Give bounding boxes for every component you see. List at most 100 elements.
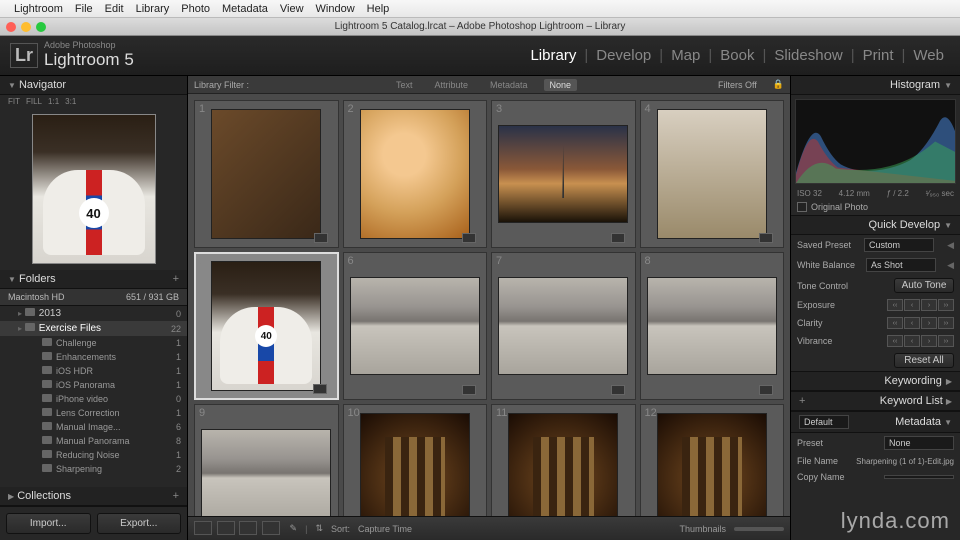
checkbox-icon[interactable] [797,202,807,212]
metadata-badge-icon[interactable] [462,233,476,243]
metadata-badge-icon[interactable] [611,233,625,243]
thumbnail-image[interactable] [360,413,470,516]
survey-view-icon[interactable] [262,521,280,535]
thumbnail-image[interactable] [657,109,767,239]
navigator-preview[interactable]: 40 [32,114,156,264]
saved-preset-select[interactable]: Custom [864,238,934,252]
keyword-list-header[interactable]: + Keyword List ▶ [791,391,960,411]
menu-metadata[interactable]: Metadata [222,3,268,15]
thumbnail-image[interactable] [498,125,628,223]
zoom-1to1[interactable]: 1:1 [48,97,59,106]
menu-library[interactable]: Library [136,3,170,15]
reset-all-button[interactable]: Reset All [894,353,954,368]
histogram-header[interactable]: Histogram ▼ [791,76,960,95]
metadata-badge-icon[interactable] [314,233,328,243]
chevron-icon[interactable]: ◀ [947,260,954,271]
keywording-header[interactable]: Keywording ▶ [791,371,960,391]
histogram-chart[interactable] [795,99,956,184]
metadata-header[interactable]: Default Metadata ▼ [791,411,960,433]
folder-row[interactable]: Lens Correction1 [0,406,187,420]
thumbnail-image[interactable] [211,109,321,239]
metadata-badge-icon[interactable] [313,384,327,394]
lock-icon[interactable]: 🔒 [773,79,784,90]
add-folder-icon[interactable]: + [173,273,179,285]
folder-row[interactable]: Enhancements1 [0,350,187,364]
compare-view-icon[interactable] [239,521,257,535]
grid-cell[interactable]: 12 [640,404,785,516]
menu-lightroom[interactable]: Lightroom [14,3,63,15]
original-photo-row[interactable]: Original Photo [791,199,960,215]
zoom-3to1[interactable]: 3:1 [65,97,76,106]
filter-metadata[interactable]: Metadata [484,79,534,91]
grid-cell[interactable]: 1 [194,100,339,248]
thumbnail-image[interactable] [657,413,767,516]
filter-attribute[interactable]: Attribute [428,79,474,91]
grid-cell[interactable]: 9 [194,404,339,516]
folder-row[interactable]: iOS HDR1 [0,364,187,378]
menu-file[interactable]: File [75,3,93,15]
zoom-icon[interactable] [36,22,46,32]
collections-header[interactable]: ▶ Collections + [0,487,187,506]
filter-none[interactable]: None [544,79,578,91]
thumb-size-slider[interactable] [734,527,784,531]
module-library[interactable]: Library [524,47,582,64]
thumbnail-image[interactable] [201,429,331,516]
add-keyword-icon[interactable]: + [799,395,805,407]
folder-row[interactable]: iOS Panorama1 [0,378,187,392]
folder-row[interactable]: iPhone video0 [0,392,187,406]
grid-cell[interactable]: 7 [491,252,636,400]
chevron-icon[interactable]: ◀ [947,240,954,251]
minimize-icon[interactable] [21,22,31,32]
thumbnail-image[interactable] [350,277,480,375]
filters-off[interactable]: Filters Off [718,80,757,90]
copyname-field[interactable] [884,475,954,479]
grid-cell[interactable]: 3 [491,100,636,248]
metadata-set-select[interactable]: Default [799,415,849,429]
grid-cell[interactable]: 6 [343,252,488,400]
module-print[interactable]: Print [857,47,900,64]
thumbnail-image[interactable] [647,277,777,375]
zoom-fill[interactable]: FILL [26,97,42,106]
close-icon[interactable] [6,22,16,32]
folder-row[interactable]: Sharpening2 [0,462,187,476]
thumbnail-image[interactable] [498,277,628,375]
grid-view-icon[interactable] [194,521,212,535]
metadata-badge-icon[interactable] [759,233,773,243]
sort-direction-icon[interactable]: ⇅ [315,523,323,534]
loupe-view-icon[interactable] [217,521,235,535]
quick-develop-header[interactable]: Quick Develop ▼ [791,215,960,235]
preset-select[interactable]: None [884,436,954,450]
menu-help[interactable]: Help [367,3,390,15]
folder-row[interactable]: ▸ 20130 [0,306,187,321]
folder-row[interactable]: ▸ Exercise Files22 [0,321,187,336]
thumbnail-image[interactable]: 40 [211,261,321,391]
grid-cell[interactable]: 405 [194,252,339,400]
module-book[interactable]: Book [714,47,760,64]
module-develop[interactable]: Develop [590,47,657,64]
metadata-badge-icon[interactable] [759,385,773,395]
wb-select[interactable]: As Shot [866,258,936,272]
painter-icon[interactable]: ✎ [290,523,298,534]
folder-row[interactable]: Manual Panorama8 [0,434,187,448]
grid-cell[interactable]: 8 [640,252,785,400]
module-slideshow[interactable]: Slideshow [768,47,848,64]
folder-row[interactable]: Challenge1 [0,336,187,350]
export-button[interactable]: Export... [97,513,182,534]
metadata-badge-icon[interactable] [462,385,476,395]
module-map[interactable]: Map [665,47,706,64]
grid-cell[interactable]: 2 [343,100,488,248]
grid-cell[interactable]: 4 [640,100,785,248]
zoom-fit[interactable]: FIT [8,97,20,106]
thumbnail-image[interactable] [360,109,470,239]
auto-tone-button[interactable]: Auto Tone [894,278,954,293]
navigator-header[interactable]: ▼ Navigator [0,76,187,95]
metadata-badge-icon[interactable] [611,385,625,395]
folder-row[interactable]: Manual Image...6 [0,420,187,434]
folders-header[interactable]: ▼ Folders + [0,270,187,289]
grid-cell[interactable]: 10 [343,404,488,516]
volume-row[interactable]: Macintosh HD 651 / 931 GB [0,289,187,306]
module-web[interactable]: Web [907,47,950,64]
menu-photo[interactable]: Photo [181,3,210,15]
add-collection-icon[interactable]: + [173,490,179,502]
menu-window[interactable]: Window [316,3,355,15]
